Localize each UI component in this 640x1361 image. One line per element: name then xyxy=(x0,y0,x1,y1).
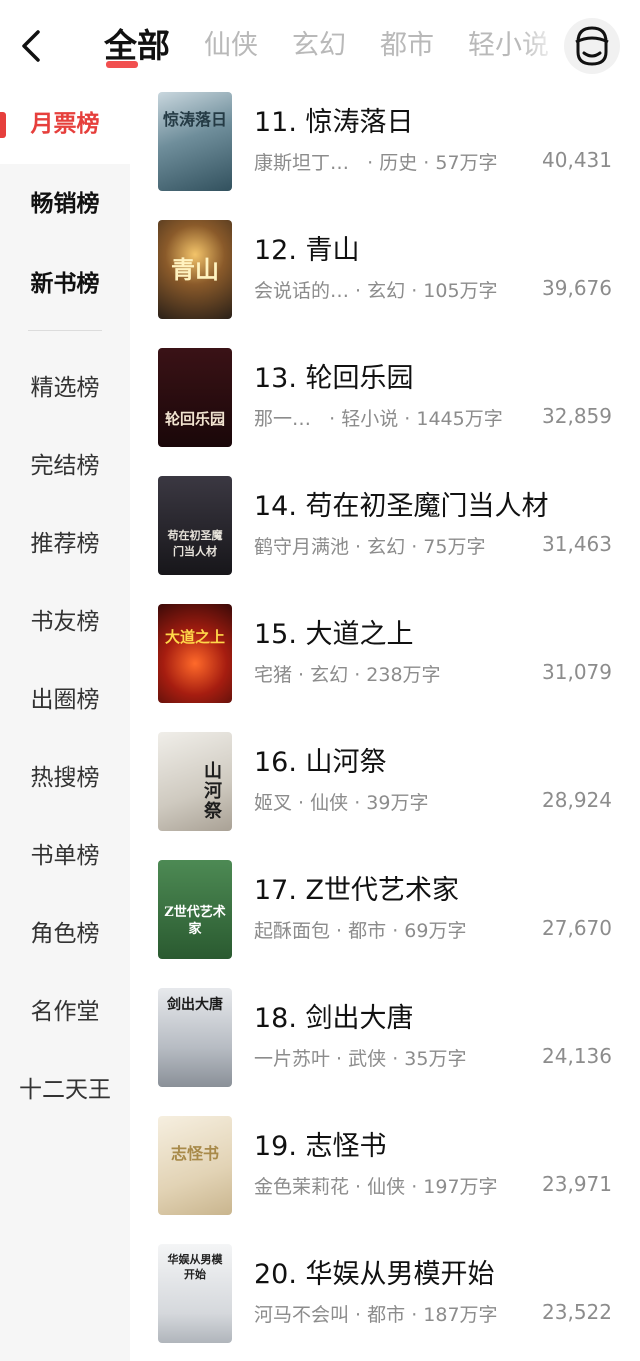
book-title: 12. 青山 xyxy=(254,235,360,266)
ranking-sidebar: 月票榜 畅销榜 新书榜 精选榜 完结榜 推荐榜 书友榜 出圈榜 热搜榜 书单榜 … xyxy=(0,92,130,1361)
book-meta: 一片苏叶 · 武侠 · 35万字 xyxy=(254,1048,467,1070)
sidebar-item-recommended[interactable]: 推荐榜 xyxy=(0,524,130,558)
book-row[interactable]: Z世代艺术家 17. Z世代艺术家 起酥面包 · 都市 · 69万字 27,67… xyxy=(130,860,640,960)
sidebar-item-new-books[interactable]: 新书榜 xyxy=(0,264,130,298)
cover-title: 山河祭 xyxy=(204,761,222,822)
ticket-count: 39,676 xyxy=(542,276,612,300)
tab-xuanhuan[interactable]: 玄幻 xyxy=(292,18,346,74)
sidebar-item-twelve-kings[interactable]: 十二天王 xyxy=(0,1070,130,1104)
cover-title: Z世代艺术家 xyxy=(164,905,226,937)
book-title: 14. 苟在初圣魔门当人材 xyxy=(254,491,549,522)
book-cover[interactable]: 剑出大唐 xyxy=(158,988,232,1087)
book-meta: 金色茉莉花 · 仙侠 · 197万字 xyxy=(254,1176,498,1198)
ticket-count: 32,859 xyxy=(542,404,612,428)
sidebar-item-readers[interactable]: 书友榜 xyxy=(0,602,130,636)
top-bar: 全部 仙侠 玄幻 都市 轻小说 xyxy=(0,0,640,92)
profile-avatar[interactable] xyxy=(564,18,620,74)
book-row[interactable]: 山河祭 16. 山河祭 姬叉 · 仙侠 · 39万字 28,924 xyxy=(130,732,640,832)
book-cover[interactable]: 华娱从男模开始 xyxy=(158,1244,232,1343)
book-row[interactable]: 惊涛落日 11. 惊涛落日 康斯坦丁… · 历史 · 57万字 40,431 xyxy=(130,92,640,192)
book-meta: 鹤守月满池 · 玄幻 · 75万字 xyxy=(254,536,486,558)
ticket-count: 27,670 xyxy=(542,916,612,940)
book-meta: 起酥面包 · 都市 · 69万字 xyxy=(254,920,467,942)
tab-dushi[interactable]: 都市 xyxy=(380,18,434,74)
book-row[interactable]: 苟在初圣魔门当人材 14. 苟在初圣魔门当人材 鹤守月满池 · 玄幻 · 75万… xyxy=(130,476,640,576)
book-row[interactable]: 志怪书 19. 志怪书 金色茉莉花 · 仙侠 · 197万字 23,971 xyxy=(130,1116,640,1216)
book-row[interactable]: 轮回乐园 13. 轮回乐园 那一… · 轻小说 · 1445万字 32,859 xyxy=(130,348,640,448)
sidebar-item-completed[interactable]: 完结榜 xyxy=(0,446,130,480)
cover-title: 轮回乐园 xyxy=(164,410,225,428)
book-row[interactable]: 青山 12. 青山 会说话的… · 玄幻 · 105万字 39,676 xyxy=(130,220,640,320)
active-indicator xyxy=(0,112,6,138)
book-meta: 会说话的… · 玄幻 · 105万字 xyxy=(254,280,498,302)
book-meta: 姬叉 · 仙侠 · 39万字 xyxy=(254,792,429,814)
back-icon[interactable] xyxy=(14,26,48,66)
book-title: 19. 志怪书 xyxy=(254,1131,387,1162)
ticket-count: 31,463 xyxy=(542,532,612,556)
book-cover[interactable]: 山河祭 xyxy=(158,732,232,831)
book-cover[interactable]: Z世代艺术家 xyxy=(158,860,232,959)
cover-title: 青山 xyxy=(171,255,219,284)
book-row[interactable]: 剑出大唐 18. 剑出大唐 一片苏叶 · 武侠 · 35万字 24,136 xyxy=(130,988,640,1088)
tab-xianxia[interactable]: 仙侠 xyxy=(204,18,258,74)
book-row[interactable]: 华娱从男模开始 20. 华娱从男模开始 河马不会叫 · 都市 · 187万字 2… xyxy=(130,1244,640,1344)
book-cover[interactable]: 大道之上 xyxy=(158,604,232,703)
book-cover[interactable]: 轮回乐园 xyxy=(158,348,232,447)
ticket-count: 23,971 xyxy=(542,1172,612,1196)
book-cover[interactable]: 青山 xyxy=(158,220,232,319)
sidebar-divider xyxy=(28,330,102,331)
sidebar-item-masterpieces[interactable]: 名作堂 xyxy=(0,992,130,1026)
sidebar-item-hot-search[interactable]: 热搜榜 xyxy=(0,758,130,792)
sidebar-item-selected[interactable]: 精选榜 xyxy=(0,368,130,402)
ticket-count: 28,924 xyxy=(542,788,612,812)
book-title: 17. Z世代艺术家 xyxy=(254,875,460,906)
book-cover[interactable]: 苟在初圣魔门当人材 xyxy=(158,476,232,575)
avatar-face-icon xyxy=(575,26,609,66)
cover-title: 苟在初圣魔门当人材 xyxy=(167,529,223,558)
cover-title: 大道之上 xyxy=(164,628,225,646)
sidebar-item-characters[interactable]: 角色榜 xyxy=(0,914,130,948)
tabs-fade xyxy=(520,18,560,74)
ticket-count: 40,431 xyxy=(542,148,612,172)
book-title: 13. 轮回乐园 xyxy=(254,363,414,394)
book-cover[interactable]: 惊涛落日 xyxy=(158,92,232,191)
sidebar-item-bestseller[interactable]: 畅销榜 xyxy=(0,184,130,218)
ticket-count: 23,522 xyxy=(542,1300,612,1324)
cover-title: 惊涛落日 xyxy=(162,110,227,129)
book-meta: 河马不会叫 · 都市 · 187万字 xyxy=(254,1304,498,1326)
book-title: 15. 大道之上 xyxy=(254,619,414,650)
cover-title: 志怪书 xyxy=(170,1144,219,1163)
book-title: 20. 华娱从男模开始 xyxy=(254,1259,495,1290)
book-cover[interactable]: 志怪书 xyxy=(158,1116,232,1215)
book-title: 16. 山河祭 xyxy=(254,747,387,778)
sidebar-item-booklist[interactable]: 书单榜 xyxy=(0,836,130,870)
cover-title: 华娱从男模开始 xyxy=(167,1253,223,1281)
ticket-count: 24,136 xyxy=(542,1044,612,1068)
cover-title: 剑出大唐 xyxy=(167,997,223,1013)
book-meta: 宅猪 · 玄幻 · 238万字 xyxy=(254,664,441,686)
book-title: 11. 惊涛落日 xyxy=(254,107,414,138)
ticket-count: 31,079 xyxy=(542,660,612,684)
sidebar-item-monthly-ticket[interactable]: 月票榜 xyxy=(0,92,130,164)
sidebar-item-breakout[interactable]: 出圈榜 xyxy=(0,680,130,714)
book-title: 18. 剑出大唐 xyxy=(254,1003,414,1034)
category-tabs: 全部 仙侠 玄幻 都市 轻小说 xyxy=(104,18,556,74)
book-meta: 那一… · 轻小说 · 1445万字 xyxy=(254,408,503,430)
book-row[interactable]: 大道之上 15. 大道之上 宅猪 · 玄幻 · 238万字 31,079 xyxy=(130,604,640,704)
book-meta: 康斯坦丁… · 历史 · 57万字 xyxy=(254,152,498,174)
tab-all[interactable]: 全部 xyxy=(104,18,170,74)
